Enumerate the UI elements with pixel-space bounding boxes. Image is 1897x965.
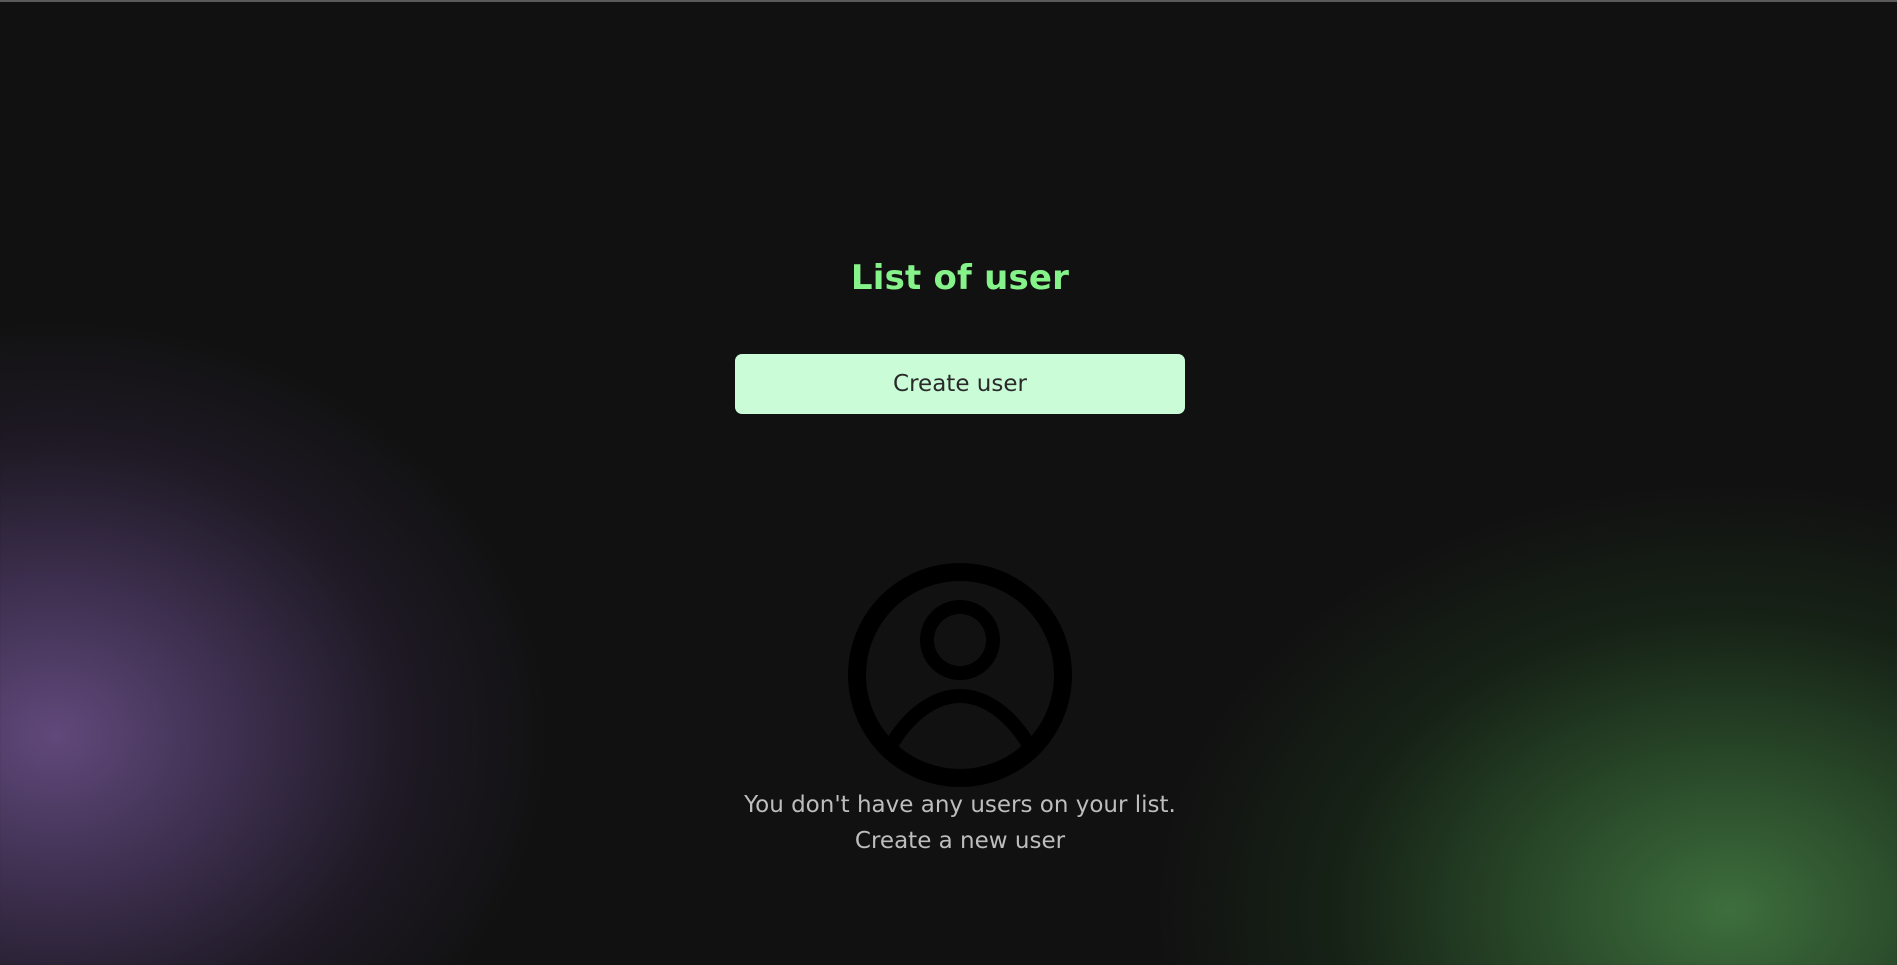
- empty-state: [0, 560, 1897, 794]
- window-top-border: [0, 0, 1897, 2]
- empty-state-create-hint: Create a new user: [854, 828, 1066, 854]
- empty-state-message: You don't have any users on your list.: [744, 792, 1176, 818]
- user-circle-icon: [845, 560, 1075, 790]
- create-user-button[interactable]: Create user: [735, 354, 1185, 414]
- page-title: List of user: [850, 258, 1070, 298]
